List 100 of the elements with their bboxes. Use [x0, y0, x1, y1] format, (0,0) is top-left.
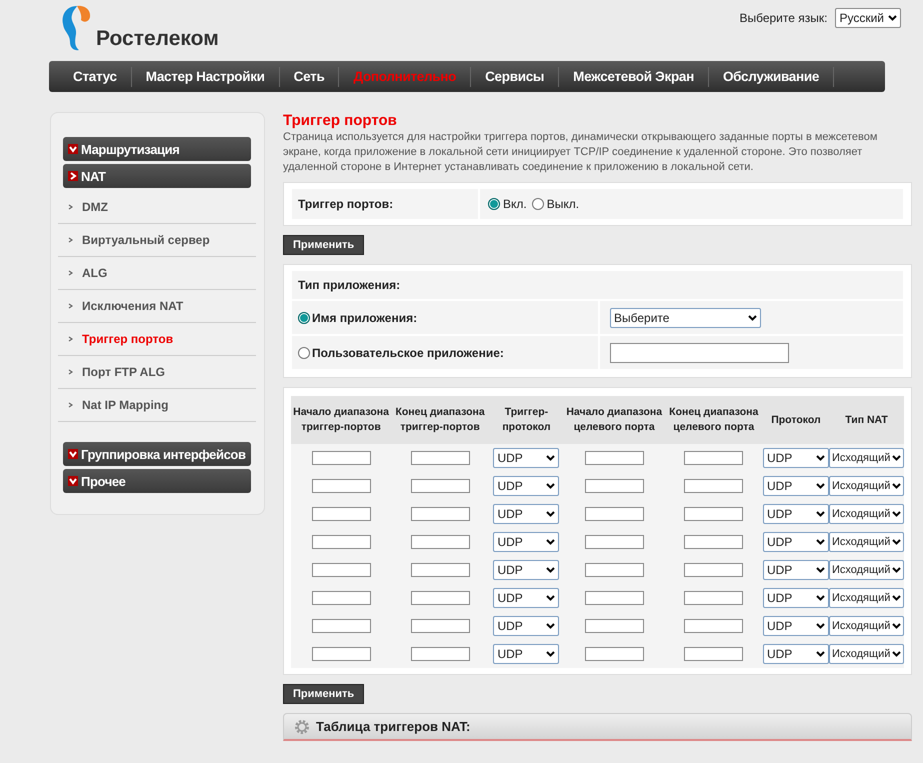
nat-type-select[interactable]: Исходящий — [828, 448, 904, 468]
protocol-select[interactable]: UDP — [493, 588, 560, 608]
chevron-down-icon — [892, 651, 901, 657]
input-field[interactable] — [684, 646, 744, 661]
input-field[interactable] — [410, 562, 470, 577]
protocol-select[interactable]: UDP — [493, 476, 560, 496]
language-select[interactable]: Русский — [835, 8, 901, 28]
input-field[interactable] — [684, 478, 744, 493]
sidebar-item[interactable]: Порт FTP ALG — [58, 356, 256, 389]
input-field[interactable] — [410, 590, 470, 605]
input-field[interactable] — [684, 618, 744, 633]
radio-button[interactable] — [298, 312, 310, 324]
protocol-select[interactable]: UDP — [493, 448, 560, 468]
input-field[interactable] — [312, 590, 371, 605]
sidebar-group[interactable]: NAT — [63, 164, 251, 188]
nat-type-select[interactable]: Исходящий — [828, 476, 904, 496]
input-field[interactable] — [410, 534, 470, 549]
nat-type-select[interactable]: Исходящий — [828, 616, 904, 636]
input-field[interactable] — [584, 534, 644, 549]
input-field[interactable] — [410, 450, 470, 465]
input-field[interactable] — [312, 618, 371, 633]
nav-tab[interactable]: Статус — [59, 66, 132, 86]
sidebar-item[interactable]: Nat IP Mapping — [58, 389, 256, 422]
protocol-select[interactable]: UDP — [493, 560, 560, 580]
input-field[interactable] — [312, 562, 371, 577]
input-field[interactable] — [584, 450, 644, 465]
protocol-select[interactable]: UDP — [762, 644, 829, 664]
chevron-down-icon — [68, 449, 78, 459]
input-field[interactable] — [584, 618, 644, 633]
sidebar-item[interactable]: DMZ — [58, 191, 256, 224]
radio-button[interactable] — [532, 198, 544, 210]
input-field[interactable] — [610, 342, 789, 362]
radio-button[interactable] — [488, 198, 500, 210]
option-label: Пользовательское приложение: — [312, 346, 504, 360]
input-field[interactable] — [312, 646, 371, 661]
nav-tab[interactable]: Межсетевой Экран — [559, 66, 709, 86]
input-field[interactable] — [312, 478, 371, 493]
sidebar-group[interactable]: Маршрутизация — [63, 137, 251, 161]
chevron-right-icon — [68, 270, 73, 276]
apply-button[interactable]: Применить — [283, 684, 364, 704]
chevron-down-icon — [892, 483, 901, 489]
column-header: Триггер-протокол — [502, 406, 551, 433]
sidebar-group[interactable]: Прочее — [63, 469, 251, 493]
protocol-select[interactable]: UDP — [762, 560, 829, 580]
input-field[interactable] — [312, 534, 371, 549]
protocol-select[interactable]: UDP — [762, 588, 829, 608]
nat-type-select[interactable]: Исходящий — [828, 504, 904, 524]
brand-name: Ростелеком — [96, 27, 219, 51]
input-field[interactable] — [684, 534, 744, 549]
application-select[interactable]: Выберите — [610, 308, 761, 328]
option-label: Имя приложения: — [312, 310, 418, 324]
input-field[interactable] — [684, 590, 744, 605]
chevron-down-icon — [892, 539, 901, 545]
input-field[interactable] — [584, 590, 644, 605]
page-title: Триггер портов — [283, 112, 398, 129]
chevron-down-icon — [892, 567, 901, 573]
chevron-down-icon — [816, 455, 825, 461]
input-field[interactable] — [684, 506, 744, 521]
input-field[interactable] — [410, 478, 470, 493]
input-field[interactable] — [584, 562, 644, 577]
nat-type-select[interactable]: Исходящий — [828, 560, 904, 580]
nav-tab[interactable]: Обслуживание — [708, 66, 834, 86]
input-field[interactable] — [584, 646, 644, 661]
chevron-down-icon — [816, 483, 825, 489]
sidebar-item[interactable]: Триггер портов — [58, 323, 256, 356]
protocol-select[interactable]: UDP — [493, 644, 560, 664]
chevron-right-icon — [68, 171, 78, 181]
sidebar-item[interactable]: Виртуальный сервер — [58, 224, 256, 257]
sidebar-item[interactable]: Исключения NAT — [58, 290, 256, 323]
protocol-select[interactable]: UDP — [493, 504, 560, 524]
apply-button[interactable]: Применить — [283, 235, 364, 255]
protocol-select[interactable]: UDP — [762, 504, 829, 524]
nav-tab[interactable]: Сеть — [280, 66, 340, 86]
input-field[interactable] — [684, 562, 744, 577]
chevron-down-icon — [546, 567, 556, 573]
input-field[interactable] — [584, 506, 644, 521]
input-field[interactable] — [312, 450, 371, 465]
radio-button[interactable] — [298, 346, 310, 358]
protocol-select[interactable]: UDP — [762, 448, 829, 468]
input-field[interactable] — [584, 478, 644, 493]
protocol-select[interactable]: UDP — [762, 616, 829, 636]
chevron-down-icon — [816, 595, 825, 601]
nav-tab[interactable]: Сервисы — [471, 66, 560, 86]
input-field[interactable] — [312, 506, 371, 521]
chevron-down-icon — [546, 595, 556, 601]
input-field[interactable] — [410, 646, 470, 661]
protocol-select[interactable]: UDP — [493, 616, 560, 636]
sidebar-group[interactable]: Группировка интерфейсов — [63, 442, 251, 466]
protocol-select[interactable]: UDP — [762, 532, 829, 552]
sidebar-item[interactable]: ALG — [58, 257, 256, 290]
nav-tab[interactable]: Мастер Настройки — [132, 66, 280, 86]
nat-type-select[interactable]: Исходящий — [828, 532, 904, 552]
protocol-select[interactable]: UDP — [493, 532, 560, 552]
chevron-down-icon — [816, 623, 825, 629]
input-field[interactable] — [410, 506, 470, 521]
protocol-select[interactable]: UDP — [762, 476, 829, 496]
input-field[interactable] — [684, 450, 744, 465]
input-field[interactable] — [410, 618, 470, 633]
nat-type-select[interactable]: Исходящий — [828, 588, 904, 608]
nat-type-select[interactable]: Исходящий — [828, 644, 904, 664]
